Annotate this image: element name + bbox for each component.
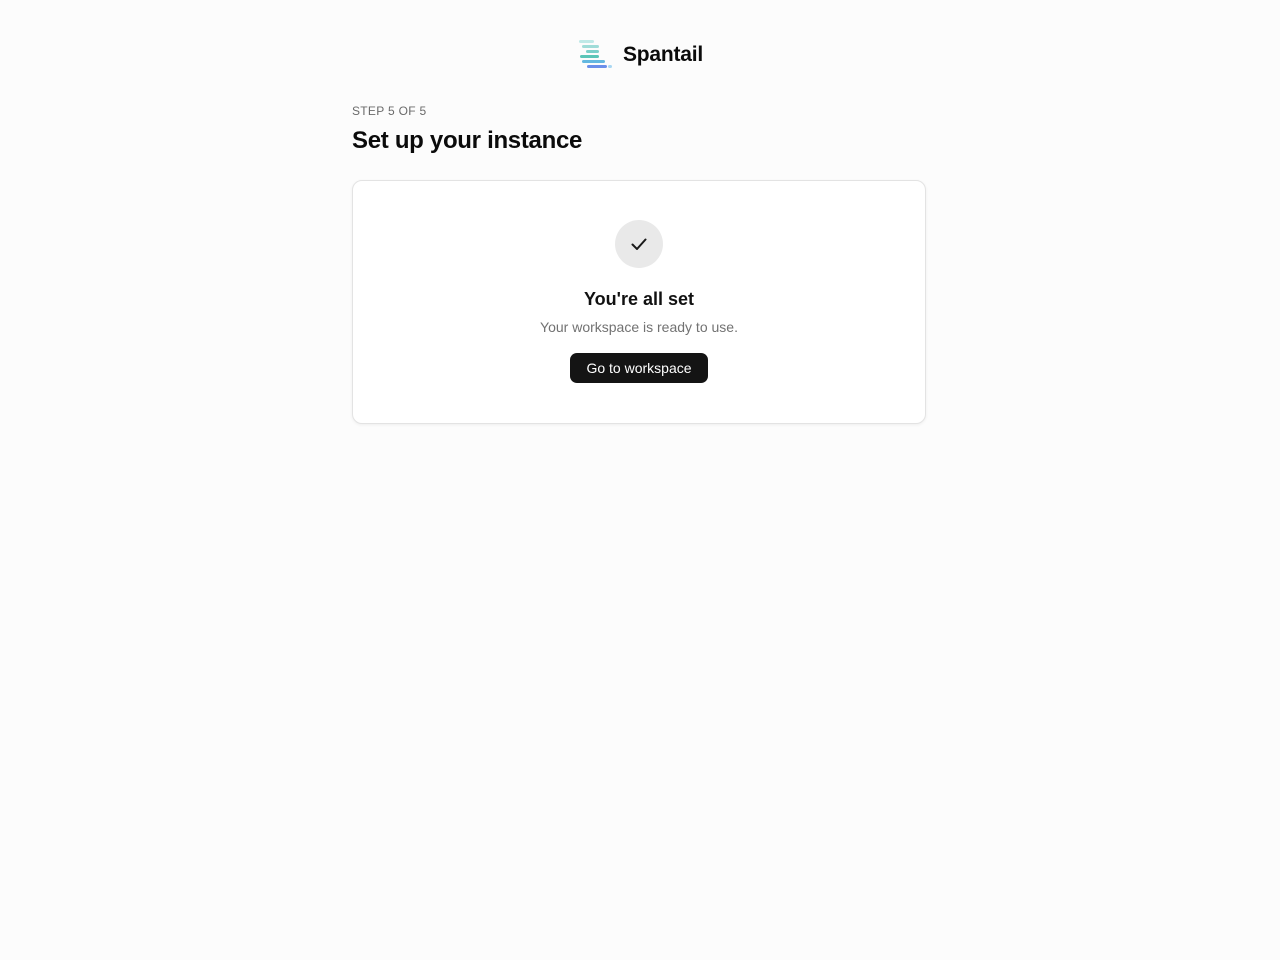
go-to-workspace-button[interactable]: Go to workspace [570, 353, 708, 383]
step-indicator: STEP 5 OF 5 [352, 104, 427, 118]
completion-title: You're all set [584, 289, 694, 309]
checkmark-icon [631, 238, 647, 250]
brand: Spantail [577, 38, 703, 72]
page-title: Set up your instance [352, 127, 583, 154]
app-header: Spantail [0, 38, 1280, 72]
setup-content: STEP 5 OF 5 Set up your instance You're … [352, 102, 928, 424]
completion-card: You're all set Your workspace is ready t… [352, 180, 926, 424]
brand-name: Spantail [622, 43, 704, 66]
checkmark-badge [615, 220, 663, 268]
spantail-logo-icon [578, 40, 612, 68]
completion-subtitle: Your workspace is ready to use. [540, 319, 738, 335]
